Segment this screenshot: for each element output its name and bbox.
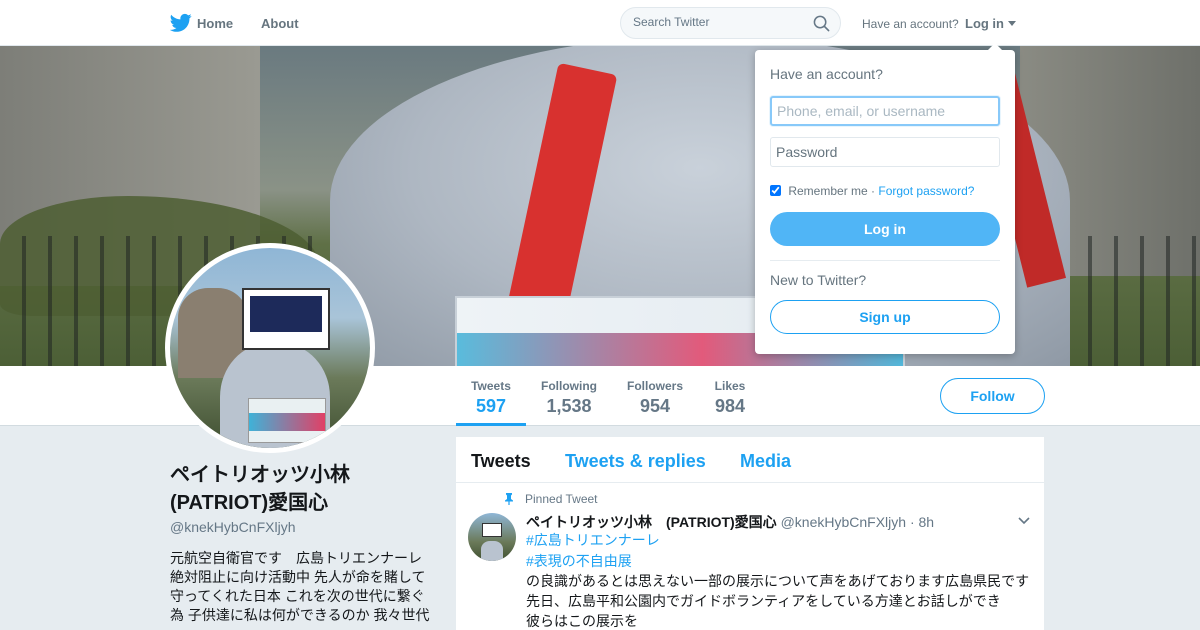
- tweet-author-name[interactable]: ペイトリオッツ小林 (PATRIOT)愛国心: [526, 514, 777, 530]
- stat-value: 984: [714, 396, 746, 416]
- bio-line: 元航空自衛官です 広島トリエンナーレ: [170, 550, 422, 566]
- twitter-bird-icon[interactable]: [170, 13, 192, 33]
- avatar-sign-lower: [248, 398, 326, 443]
- search-input[interactable]: [633, 15, 803, 29]
- username-field[interactable]: [770, 96, 1000, 126]
- search-icon[interactable]: [813, 15, 830, 32]
- timeline: Tweets Tweets & replies Media Pinned Twe…: [456, 437, 1044, 630]
- profile-handle[interactable]: @knekHybCnFXljyh: [170, 519, 295, 535]
- stat-value: 597: [475, 396, 507, 416]
- tweet-header: ペイトリオッツ小林 (PATRIOT)愛国心 @knekHybCnFXljyh …: [526, 512, 934, 532]
- search-box[interactable]: [620, 7, 841, 39]
- pinned-tweet-label: Pinned Tweet: [525, 492, 598, 506]
- tab-tweets[interactable]: Tweets: [471, 451, 531, 472]
- profile-name[interactable]: ペイトリオッツ小林 (PATRIOT)愛国心: [170, 461, 420, 517]
- stat-label: Likes: [714, 379, 746, 393]
- tab-tweets-replies[interactable]: Tweets & replies: [565, 451, 706, 472]
- signup-button[interactable]: Sign up: [770, 300, 1000, 334]
- login-button[interactable]: Log in: [770, 212, 1000, 246]
- profile-name-line1: ペイトリオッツ小林: [170, 464, 350, 486]
- tweet-hashtag[interactable]: #表現の不自由展: [526, 551, 632, 571]
- nav-about-link[interactable]: About: [261, 16, 299, 31]
- pin-icon: [505, 493, 513, 505]
- login-menu-link[interactable]: Log in: [965, 16, 1004, 31]
- nav-home-link[interactable]: Home: [197, 16, 233, 31]
- tweet-author-handle[interactable]: @knekHybCnFXljyh: [781, 514, 906, 530]
- forgot-password-link[interactable]: Forgot password?: [878, 184, 974, 198]
- avatar-sign: [242, 288, 330, 350]
- profile-name-line2: (PATRIOT)愛国心: [170, 492, 329, 514]
- dropdown-title: Have an account?: [770, 66, 883, 82]
- stat-label: Following: [541, 379, 597, 393]
- stat-likes[interactable]: Likes 984: [708, 366, 752, 426]
- top-nav: Home About Have an account? Log in: [0, 0, 1200, 46]
- stat-value: 954: [639, 396, 671, 416]
- bio-line: 守ってくれた日本 これを次の世代に繋ぐ: [170, 588, 425, 604]
- bio-line: 絶対阻止に向け活動中 先人が命を賭して: [170, 569, 426, 585]
- profile-bio: 元航空自衛官です 広島トリエンナーレ 絶対阻止に向け活動中 先人が命を賭して 守…: [170, 549, 435, 625]
- follow-button[interactable]: Follow: [940, 378, 1045, 414]
- new-to-twitter-text: New to Twitter?: [770, 272, 867, 288]
- tweet-hashtag[interactable]: #広島トリエンナーレ: [526, 530, 660, 550]
- stat-followers[interactable]: Followers 954: [622, 366, 688, 426]
- tweet-text-line: 彼らはこの展示を: [526, 613, 638, 629]
- dropdown-arrow: [987, 43, 1003, 51]
- tweet-timestamp[interactable]: 8h: [919, 514, 935, 530]
- remember-row: Remember me · Forgot password?: [770, 184, 974, 198]
- tweet-text-line: 先日、広島平和公園内でガイドボランティアをしている方達とお話しができ: [526, 593, 1001, 609]
- stat-label: Tweets: [471, 379, 511, 393]
- profile-avatar[interactable]: [165, 243, 375, 453]
- chevron-down-icon[interactable]: [1008, 21, 1016, 26]
- timeline-tabs: Tweets Tweets & replies Media: [456, 437, 1044, 483]
- tweet-avatar[interactable]: [468, 513, 516, 561]
- chevron-down-icon[interactable]: [1018, 517, 1030, 525]
- bio-line: 為 子供達に私は何ができるのか 我々世代: [170, 607, 430, 623]
- dropdown-divider: [770, 260, 1000, 261]
- separator-dot: ·: [867, 184, 879, 198]
- tab-media[interactable]: Media: [740, 451, 791, 472]
- have-account-text: Have an account?: [862, 17, 959, 31]
- remember-me-label[interactable]: Remember me: [788, 184, 867, 198]
- stat-tweets[interactable]: Tweets 597: [456, 366, 526, 426]
- stat-label: Followers: [626, 379, 683, 393]
- stat-following[interactable]: Following 1,538: [536, 366, 602, 426]
- stat-value: 1,538: [546, 396, 592, 416]
- tweet-dot: ·: [909, 514, 915, 530]
- remember-me-checkbox[interactable]: [770, 185, 781, 196]
- password-field[interactable]: [770, 137, 1000, 167]
- login-dropdown: Have an account? Remember me · Forgot pa…: [755, 50, 1015, 354]
- tweet-text-line: の良識があるとは思えない一部の展示について声をあげております広島県民です: [526, 573, 1030, 589]
